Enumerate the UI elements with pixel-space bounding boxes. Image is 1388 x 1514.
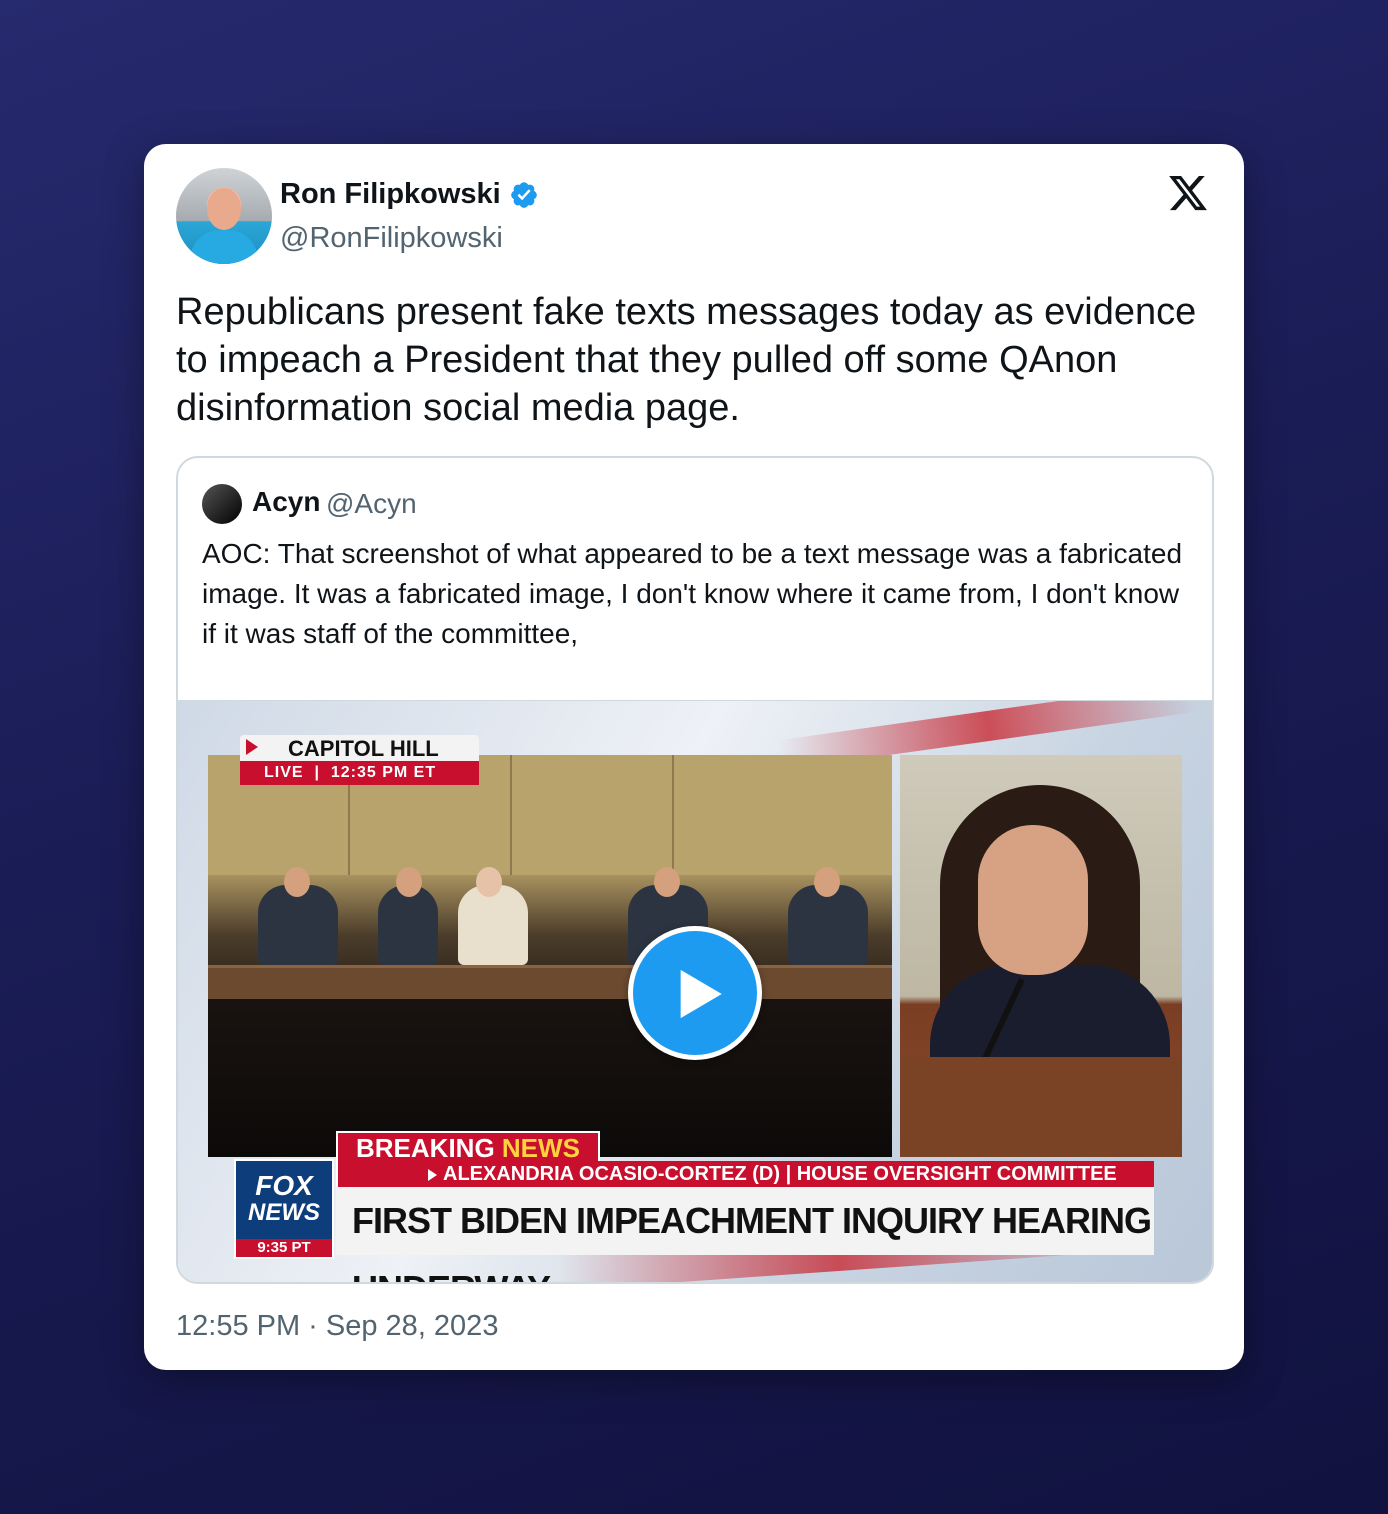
network-logo: FOX NEWS 9:35 PT <box>234 1159 334 1259</box>
x-logo-icon[interactable] <box>1166 172 1210 214</box>
video-thumbnail[interactable]: CAPITOL HILL LIVE | 12:35 PM ET BREAKING… <box>178 700 1212 1282</box>
quoted-author-name[interactable]: Acyn <box>252 486 320 518</box>
network-logo-line1: FOX <box>255 1170 313 1201</box>
play-button[interactable] <box>628 926 762 1060</box>
location-tag-text: CAPITOL HILL <box>288 736 439 761</box>
tweet-card: Ron Filipkowski @RonFilipkowski Republic… <box>144 144 1244 1370</box>
tweet-timestamp[interactable]: 12:55 PM · Sep 28, 2023 <box>176 1310 498 1343</box>
live-time: 12:35 PM ET <box>330 764 437 781</box>
author-name-text[interactable]: Ron Filipkowski <box>280 178 501 211</box>
author-handle[interactable]: @RonFilipkowski <box>280 222 503 255</box>
network-time: 9:35 PT <box>236 1239 332 1257</box>
breaking-news-banner: BREAKING NEWS <box>336 1131 600 1165</box>
quoted-author-handle: @Acyn <box>326 488 417 519</box>
subtitle-text: ALEXANDRIA OCASIO-CORTEZ (D) | HOUSE OVE… <box>443 1163 1117 1185</box>
tweet-text: Republicans present fake texts messages … <box>176 291 1197 429</box>
breaking-word: BREAKING <box>356 1133 495 1163</box>
quoted-tweet-text: AOC: That screenshot of what appeared to… <box>202 538 1183 649</box>
author-name[interactable]: Ron Filipkowski <box>280 178 539 211</box>
speaker-scene <box>900 755 1182 1157</box>
lower-third-subtitle: ALEXANDRIA OCASIO-CORTEZ (D) | HOUSE OVE… <box>336 1161 1154 1187</box>
author-avatar[interactable] <box>176 168 272 264</box>
verified-badge-icon <box>510 181 537 208</box>
play-icon <box>680 969 722 1019</box>
quoted-author-avatar[interactable] <box>202 484 242 524</box>
network-logo-line2: NEWS <box>248 1199 320 1226</box>
lower-third-headline: FIRST BIDEN IMPEACHMENT INQUIRY HEARING … <box>336 1187 1154 1282</box>
news-word: NEWS <box>501 1133 580 1163</box>
live-label: LIVE <box>264 764 304 781</box>
location-tag: CAPITOL HILL LIVE | 12:35 PM ET <box>240 735 479 785</box>
hearing-room-scene <box>208 755 892 1157</box>
quoted-tweet[interactable]: Acyn @Acyn AOC: That screenshot of what … <box>176 456 1214 1284</box>
